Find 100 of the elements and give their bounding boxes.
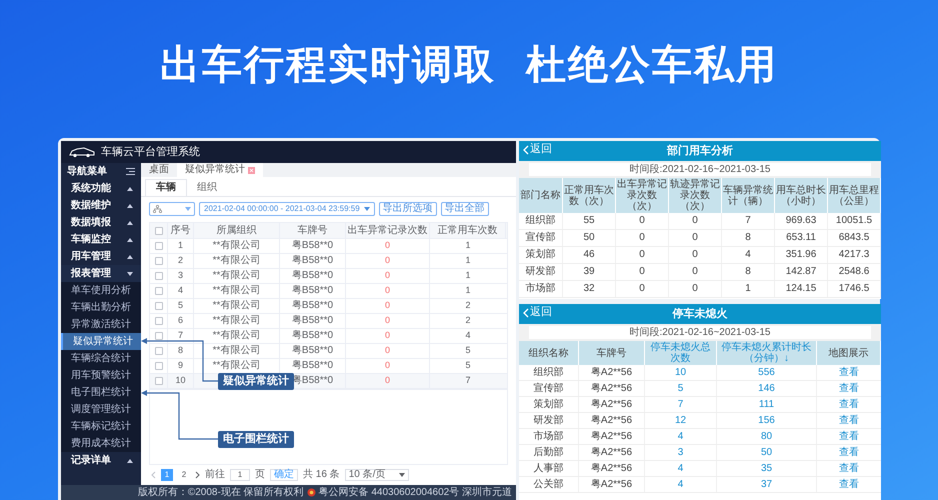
caret-icon	[185, 207, 191, 211]
sidebar-subitem[interactable]: 电子围栏统计	[61, 384, 141, 401]
table-cell: 50	[563, 230, 616, 246]
column-header: 正常用车次数（次）	[563, 178, 616, 213]
table-cell-text: 1	[464, 239, 472, 252]
view-link[interactable]: 查看	[839, 400, 859, 410]
table-cell: 1	[168, 239, 194, 253]
menu-icon[interactable]	[126, 168, 135, 175]
table-cell: 3	[168, 269, 194, 283]
sidebar-subitem[interactable]: 车辆标记统计	[61, 418, 141, 435]
column-header: 车牌号	[579, 341, 645, 365]
view-link[interactable]: 查看	[839, 464, 859, 474]
view-link[interactable]: 查看	[839, 448, 859, 458]
checkbox[interactable]	[154, 242, 162, 250]
sidebar-item[interactable]: 数据维护	[61, 197, 141, 214]
table-cell-text: 2	[464, 299, 472, 312]
table-cell: 宣传部	[519, 381, 579, 396]
chevron-left-icon	[523, 308, 529, 318]
table-cell: 0	[669, 213, 722, 229]
back-button[interactable]: 返回	[523, 307, 552, 318]
view-link[interactable]: 查看	[839, 480, 859, 490]
checkbox[interactable]	[154, 377, 162, 385]
table-cell: 0	[669, 247, 722, 263]
table-cell: **有限公司	[212, 241, 260, 251]
table-cell: 0	[346, 329, 430, 343]
record-text: 粤公网安备 44030602004602号 深圳市元道	[318, 488, 512, 498]
sidebar-item[interactable]: 车辆监控	[61, 231, 141, 248]
table-cell: 粤B58**0	[280, 239, 346, 253]
checkbox[interactable]	[154, 287, 162, 295]
table-cell: 粤B58**0	[280, 254, 346, 268]
page-tab[interactable]: 桌面	[141, 163, 177, 177]
back-button[interactable]: 返回	[523, 144, 552, 155]
page-size-select[interactable]: 10 条/页	[344, 469, 409, 481]
page-input[interactable]: 1	[230, 469, 250, 481]
sidebar-item[interactable]: 记录详单	[61, 452, 141, 469]
view-link[interactable]: 查看	[839, 416, 859, 426]
table-cell: 0	[346, 359, 430, 373]
view-tab[interactable]: 组织	[187, 179, 227, 196]
table-cell: 9	[168, 359, 194, 373]
checkbox[interactable]	[154, 272, 162, 280]
export-button[interactable]: 导出全部	[440, 202, 489, 216]
sidebar-item[interactable]: 用车管理	[61, 248, 141, 265]
goto-label: 前往	[205, 470, 225, 480]
sidebar-subitem[interactable]: 费用成本统计	[61, 435, 141, 452]
sidebar-subitem[interactable]: 异常激活统计	[61, 316, 141, 333]
chevron-left-icon[interactable]	[151, 471, 156, 479]
sidebar-subitem[interactable]: 用车预警统计	[61, 367, 141, 384]
table-cell: 0	[669, 264, 722, 280]
table-cell: 8	[722, 230, 775, 246]
sidebar-item[interactable]: 系统功能	[61, 180, 141, 197]
date-range-select[interactable]: 2021-02-04 00:00:00 - 2021-03-04 23:59:59	[199, 202, 375, 216]
caret-icon	[127, 186, 133, 190]
sidebar-subitem[interactable]: 车辆出勤分析	[61, 299, 141, 316]
view-link[interactable]: 查看	[839, 368, 859, 378]
organization-select[interactable]	[149, 202, 195, 216]
table-cell: 0	[346, 269, 430, 283]
sidebar-subitem[interactable]: 单车使用分析	[61, 282, 141, 299]
table-cell: 142.87	[775, 264, 828, 280]
checkbox[interactable]	[154, 362, 162, 370]
close-icon[interactable]	[248, 166, 255, 174]
table-cell: 80	[717, 429, 817, 444]
table-cell: 10051.5	[828, 213, 881, 229]
column-header: 组织名称	[519, 341, 579, 365]
table-cell: 8	[168, 344, 194, 358]
table-cell: 0	[669, 230, 722, 246]
table-cell: 策划部	[519, 247, 563, 263]
sidebar-subitem[interactable]: 车辆综合统计	[61, 350, 141, 367]
checkbox[interactable]	[154, 332, 162, 340]
panel-title: 部门用车分析	[667, 146, 733, 156]
page-tab[interactable]: 疑似异常统计	[177, 163, 263, 177]
page-button[interactable]: 2	[178, 469, 190, 481]
checkbox[interactable]	[154, 347, 162, 355]
sidebar-subitem[interactable]: 调度管理统计	[61, 401, 141, 418]
view-link[interactable]: 查看	[839, 432, 859, 442]
column-header: 轨迹异常记录次数（次）	[669, 178, 722, 213]
sidebar-item[interactable]: 数据填报	[61, 214, 141, 231]
table-cell: 4	[645, 477, 717, 492]
table-cell-text: 5	[464, 359, 472, 372]
checkbox[interactable]	[154, 257, 162, 265]
chevron-right-icon[interactable]	[195, 471, 200, 479]
checkbox[interactable]	[154, 302, 162, 310]
view-link[interactable]: 查看	[839, 384, 859, 394]
table-cell: 0	[346, 239, 430, 253]
table-cell: 组织部	[519, 365, 579, 380]
table-cell: **有限公司	[212, 331, 260, 341]
sidebar-item[interactable]: 报表管理	[61, 265, 141, 282]
sidebar-subitem[interactable]: 疑似异常统计	[61, 333, 141, 350]
table-cell: 55	[563, 213, 616, 229]
car-logo-icon	[69, 146, 95, 158]
checkbox[interactable]	[154, 317, 162, 325]
table-cell: 351.96	[775, 247, 828, 263]
table-cell-text: 2	[464, 314, 472, 328]
checkbox[interactable]	[154, 226, 162, 234]
caret-icon	[364, 207, 370, 211]
view-tab[interactable]: 车辆	[145, 179, 187, 196]
page-unit: 页	[255, 470, 265, 480]
table-cell: 研发部	[519, 413, 579, 428]
table-cell: 5	[168, 299, 194, 313]
export-button[interactable]: 导出所选项	[378, 202, 437, 216]
table-cell: 粤A2**56	[579, 365, 645, 380]
